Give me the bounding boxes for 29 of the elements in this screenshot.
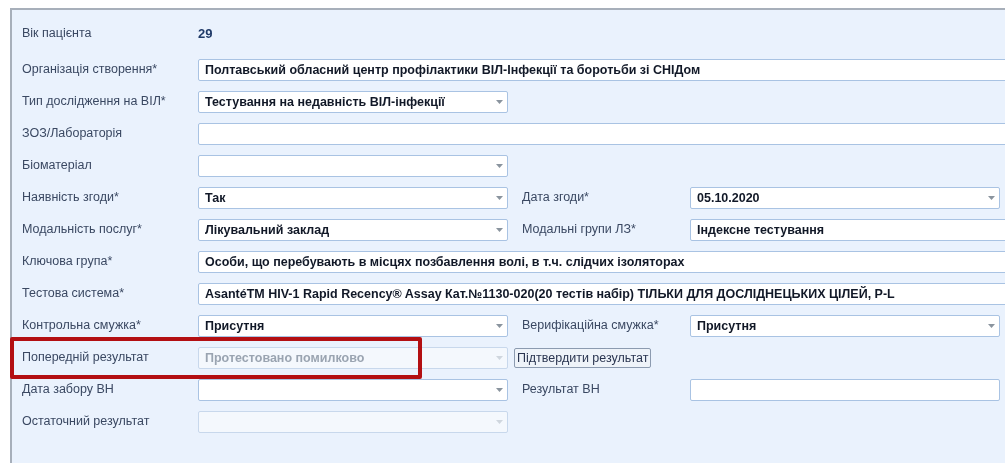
field-label: Біоматеріал — [22, 157, 93, 174]
text-field[interactable]: Особи, що перебувають в місцях позбавлення волі, в т.ч. слідчих ізоляторах — [198, 251, 1005, 273]
text-field[interactable]: Індексне тестування — [690, 219, 1005, 241]
field-label: Результат ВН — [522, 381, 601, 398]
field-label: Контрольна смужка* — [22, 317, 142, 334]
field-label: Модальність послуг* — [22, 221, 143, 238]
field-label: Ключова група* — [22, 253, 114, 270]
patient-age: 29 — [198, 25, 213, 44]
field-label: Попередній результат — [22, 349, 150, 366]
dropdown-field[interactable]: Так — [198, 187, 508, 209]
confirm-result-button[interactable]: Підтвердити результат — [514, 348, 652, 368]
field-label: Організація створення* — [22, 61, 159, 78]
field-label: Тип дослідження на ВІЛ* — [22, 93, 167, 110]
dropdown-field[interactable]: 05.10.2020 — [690, 187, 1000, 209]
field-label: Остаточний результат — [22, 413, 151, 430]
text-field[interactable]: Полтавський обласний центр профілактики ВІЛ-Інфекції та боротьби зі СНІДом — [198, 59, 1005, 81]
field-label: Дата згоди* — [522, 189, 590, 206]
field-label: Вік пацієнта — [22, 25, 93, 42]
field-label: ЗОЗ/Лабораторія — [22, 125, 124, 142]
dropdown-field[interactable]: Лікувальний заклад — [198, 219, 508, 241]
text-field[interactable]: AsantéTM HIV-1 Rapid Recency® Assay Кат.№1130-020(20 тестів набір) ТІЛЬКИ ДЛЯ ДОСЛІДНЕЦЬКИХ ЦІЛЕЙ, P-L — [198, 283, 1005, 305]
field-label: Верифікаційна смужка* — [522, 317, 660, 334]
field-label: Модальні групи ЛЗ* — [522, 221, 637, 238]
field-label: Дата забору ВН — [22, 381, 115, 398]
field-label: Тестова система* — [22, 285, 126, 302]
dropdown-field[interactable]: Тестування на недавність ВІЛ-інфекції — [198, 91, 508, 113]
dropdown-field[interactable]: Присутня — [690, 315, 1000, 337]
field-label: Наявність згоди* — [22, 189, 120, 206]
dropdown-field[interactable]: Присутня — [198, 315, 508, 337]
